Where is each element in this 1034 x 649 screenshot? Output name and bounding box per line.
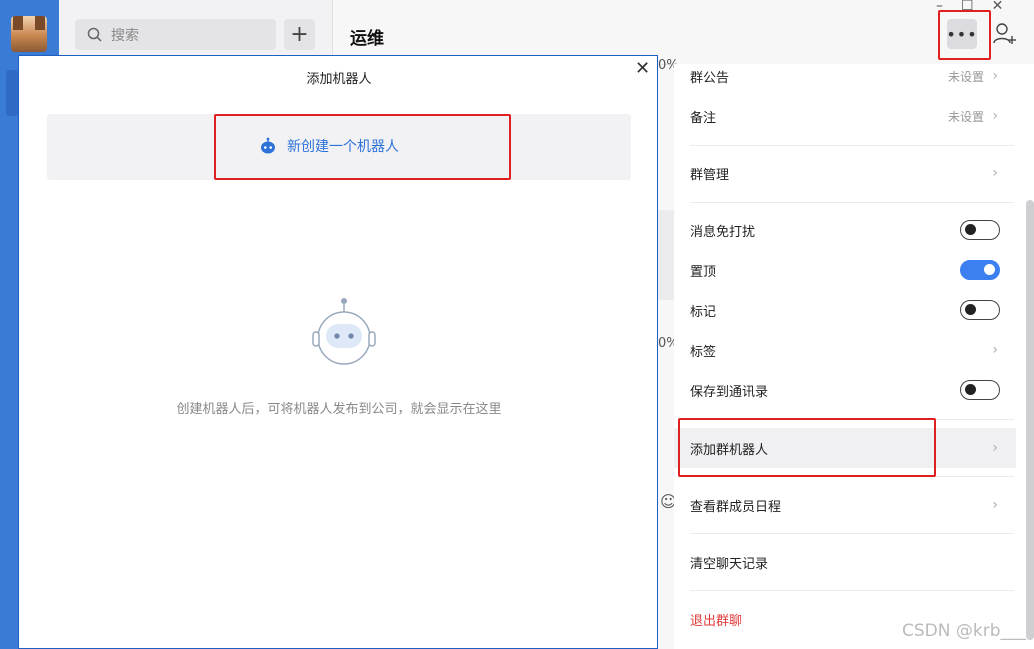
settings-item-label: 保存到通讯录 [690,384,769,400]
plus-icon: + [290,22,309,47]
highlight-box-create-bot [214,114,511,180]
watermark: CSDN @krb___ [902,621,1026,641]
highlight-box-more [938,10,991,60]
settings-item-label: 标记 [690,304,717,320]
settings-item-value: 未设置 [947,109,984,124]
divider [690,533,1014,534]
divider [690,590,1014,591]
settings-item-group-manage[interactable]: 群管理 › [674,153,1016,193]
mark-toggle[interactable] [960,300,1000,320]
chat-title: 运维 [350,29,384,49]
group-settings-panel: 群公告 未设置 › 备注 未设置 › 群管理 › 消息免打扰 置顶 标记 标签 … [674,64,1034,649]
settings-item-label: 查看群成员日程 [690,499,782,515]
settings-item-tags[interactable]: 标签 › [674,330,1016,370]
settings-item-label: 置顶 [690,264,717,280]
chevron-right-icon: › [992,440,998,456]
avatar[interactable] [11,16,47,52]
save-contacts-toggle[interactable] [960,380,1000,400]
settings-item-label: 标签 [690,344,717,360]
scrollbar[interactable] [1026,200,1034,640]
create-button[interactable]: + [284,19,315,50]
chevron-right-icon: › [992,68,998,84]
bg-fragment [658,210,674,300]
settings-item-value: 未设置 [947,69,984,84]
settings-item-label: 群公告 [690,70,730,86]
search-input[interactable]: 搜索 [75,19,276,50]
settings-item-announcement[interactable]: 群公告 未设置 › [674,56,1016,96]
close-icon[interactable]: ✕ [635,58,650,79]
chevron-right-icon: › [992,165,998,181]
highlight-box-add-bot [678,418,936,477]
settings-item-label: 备注 [690,110,717,126]
settings-item-label: 清空聊天记录 [690,556,769,572]
pin-toggle[interactable] [960,260,1000,280]
robot-illustration-icon [312,298,376,365]
settings-item-pin[interactable]: 置顶 [674,250,1016,290]
divider [690,202,1014,203]
settings-item-label: 群管理 [690,167,730,183]
divider [690,145,1014,146]
add-person-icon [993,23,1016,44]
settings-item-save-contacts[interactable]: 保存到通讯录 [674,370,1016,410]
chevron-right-icon: › [992,108,998,124]
settings-item-label: 退出群聊 [690,613,743,629]
search-icon [87,27,102,42]
settings-item-mark[interactable]: 标记 [674,290,1016,330]
settings-item-clear-history[interactable]: 清空聊天记录 [674,542,1016,582]
settings-item-member-schedule[interactable]: 查看群成员日程 › [674,485,1016,525]
settings-item-mute[interactable]: 消息免打扰 [674,210,1016,250]
nav-rail-active-indicator [6,70,18,116]
chevron-right-icon: › [992,342,998,358]
empty-state-text: 创建机器人后，可将机器人发布到公司，就会显示在这里 [176,402,502,417]
add-member-button[interactable] [992,22,1020,48]
close-window-icon[interactable]: ✕ [992,0,1004,14]
settings-item-remark[interactable]: 备注 未设置 › [674,96,1016,136]
mute-toggle[interactable] [960,220,1000,240]
search-placeholder: 搜索 [111,27,139,44]
settings-item-label: 消息免打扰 [690,224,756,240]
chevron-right-icon: › [992,497,998,513]
dialog-title: 添加机器人 [306,72,372,87]
